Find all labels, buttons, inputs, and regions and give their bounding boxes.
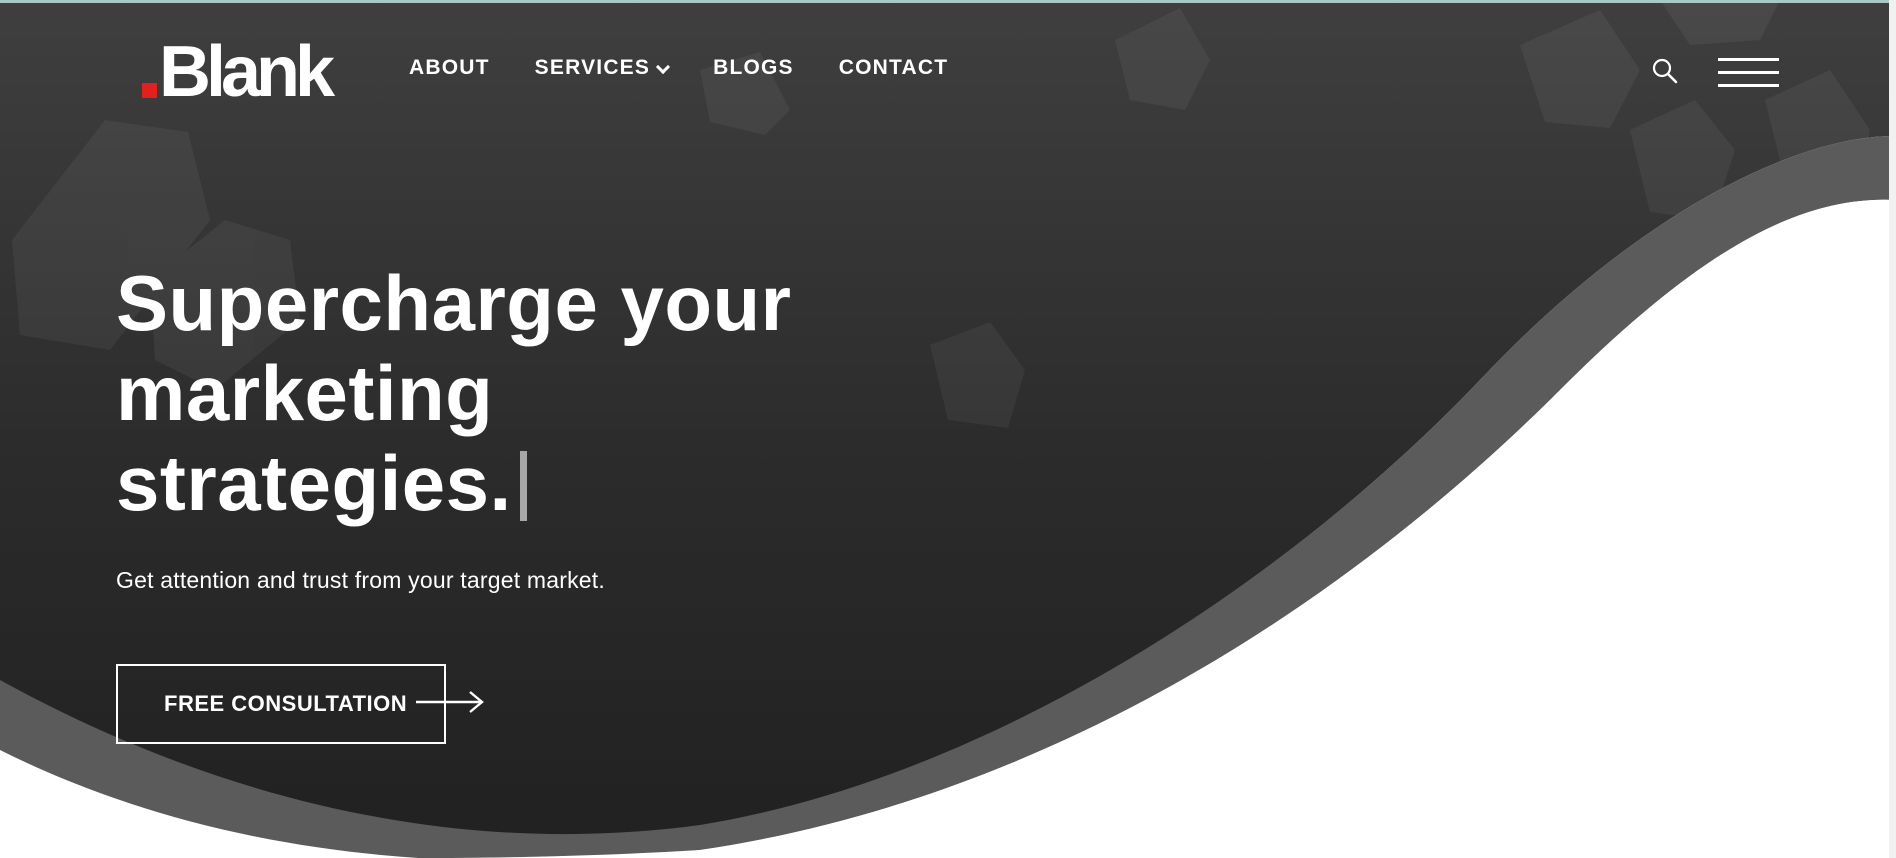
chevron-down-icon <box>656 59 671 74</box>
landing-page: Blank ABOUT SERVICES BLOGS CONTACT Super… <box>0 0 1896 858</box>
top-strip <box>0 0 1896 3</box>
nav-item-services[interactable]: SERVICES <box>534 56 671 80</box>
search-icon[interactable] <box>1652 58 1678 84</box>
nav-item-label: SERVICES <box>534 56 651 79</box>
nav-item-blogs[interactable]: BLOGS <box>713 56 794 80</box>
free-consultation-button[interactable]: FREE CONSULTATION <box>116 664 446 744</box>
main-navigation: Blank ABOUT SERVICES BLOGS CONTACT <box>0 0 1896 140</box>
cta-label: FREE CONSULTATION <box>164 691 408 716</box>
arrow-right-icon <box>416 691 484 713</box>
nav-item-about[interactable]: ABOUT <box>409 56 490 80</box>
nav-item-label: CONTACT <box>838 56 949 79</box>
scrollbar[interactable] <box>1889 0 1896 858</box>
logo[interactable]: Blank <box>142 30 342 112</box>
hero-title: Supercharge your marketing strategies. <box>116 258 976 528</box>
hero-title-line-3: strategies. <box>116 439 512 527</box>
nav-item-contact[interactable]: CONTACT <box>839 56 949 80</box>
logo-text: Blank <box>159 31 335 112</box>
hero-subtitle: Get attention and trust from your target… <box>116 567 605 593</box>
hero-title-line-1: Supercharge your <box>116 259 792 347</box>
primary-menu: ABOUT SERVICES BLOGS CONTACT <box>409 56 993 80</box>
typing-caret <box>519 451 527 521</box>
logo-accent-dot <box>142 83 157 98</box>
hamburger-menu-icon[interactable] <box>1718 56 1779 90</box>
nav-item-label: ABOUT <box>409 56 490 79</box>
nav-item-label: BLOGS <box>713 56 794 79</box>
hero-title-line-2: marketing <box>116 349 494 437</box>
